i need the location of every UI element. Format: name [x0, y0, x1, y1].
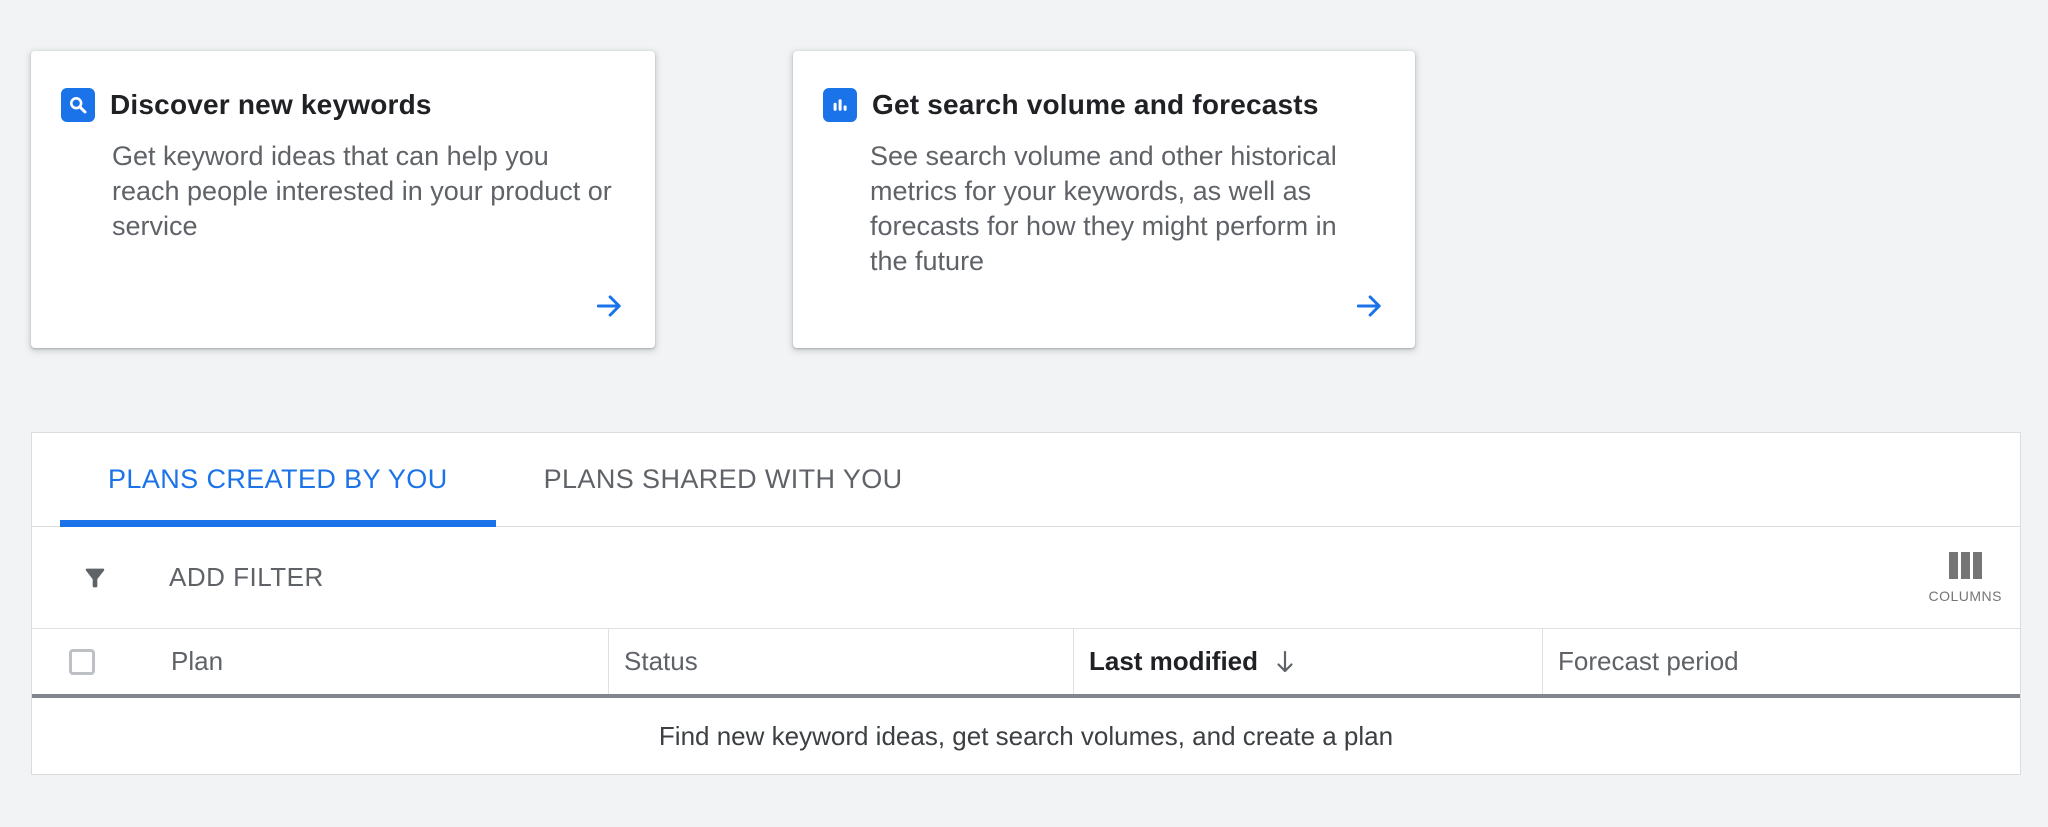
tab-plans-created-by-you[interactable]: PLANS CREATED BY YOU: [60, 433, 496, 526]
card-header: Discover new keywords: [61, 88, 432, 122]
plans-panel: PLANS CREATED BY YOU PLANS SHARED WITH Y…: [31, 432, 2021, 775]
discover-new-keywords-card[interactable]: Discover new keywords Get keyword ideas …: [31, 51, 655, 348]
tab-label: PLANS CREATED BY YOU: [108, 464, 448, 495]
search-icon: [61, 88, 95, 122]
header-cell-forecast-period[interactable]: Forecast period: [1542, 629, 2020, 694]
empty-state-message: Find new keyword ideas, get search volum…: [659, 721, 1393, 752]
select-all-checkbox[interactable]: [69, 649, 95, 675]
plans-table-header: Plan Status Last modified Forecast perio…: [32, 629, 2020, 698]
plans-tabbar: PLANS CREATED BY YOU PLANS SHARED WITH Y…: [32, 433, 2020, 527]
arrow-forward-icon[interactable]: [1349, 286, 1389, 326]
card-description: See search volume and other historical m…: [870, 139, 1375, 279]
card-header: Get search volume and forecasts: [823, 88, 1319, 122]
card-title: Get search volume and forecasts: [872, 89, 1319, 121]
add-filter-label: ADD FILTER: [169, 562, 324, 593]
get-search-volume-card[interactable]: Get search volume and forecasts See sear…: [793, 51, 1415, 348]
header-cell-plan: Plan: [32, 629, 608, 694]
column-label: Plan: [171, 646, 223, 677]
tab-label: PLANS SHARED WITH YOU: [544, 464, 903, 495]
column-label: Last modified: [1089, 646, 1258, 677]
card-description: Get keyword ideas that can help you reac…: [112, 139, 617, 244]
keyword-planner-page: Discover new keywords Get keyword ideas …: [0, 0, 2048, 827]
arrow-forward-icon[interactable]: [589, 286, 629, 326]
tab-plans-shared-with-you[interactable]: PLANS SHARED WITH YOU: [496, 433, 951, 526]
columns-button[interactable]: COLUMNS: [1922, 548, 2008, 608]
sort-descending-icon: [1273, 649, 1297, 675]
filter-funnel-icon: [81, 564, 109, 592]
column-label: Status: [624, 646, 698, 677]
header-cell-status[interactable]: Status: [608, 629, 1073, 694]
column-label: Forecast period: [1558, 646, 1739, 677]
filter-bar: ADD FILTER COLUMNS: [32, 527, 2020, 629]
bar-chart-icon: [823, 88, 857, 122]
empty-state-row: Find new keyword ideas, get search volum…: [32, 698, 2020, 774]
header-cell-last-modified[interactable]: Last modified: [1073, 629, 1542, 694]
columns-label: COLUMNS: [1928, 588, 2002, 604]
active-tab-underline: [60, 520, 496, 527]
add-filter-button[interactable]: ADD FILTER: [81, 562, 324, 593]
columns-icon: [1949, 552, 1982, 579]
card-title: Discover new keywords: [110, 89, 432, 121]
